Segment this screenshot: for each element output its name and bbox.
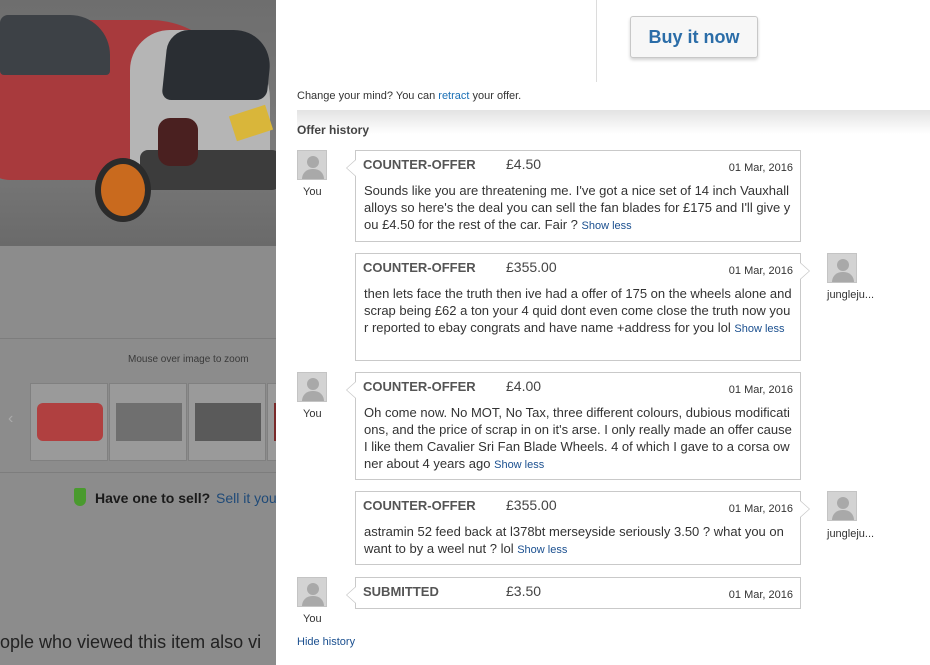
offer-author: jungleju... (827, 528, 875, 540)
offer-amount: £4.50 (506, 156, 542, 172)
offer-type: COUNTER-OFFER (363, 157, 476, 172)
offer-message: Sounds like you are threatening me. I've… (364, 182, 794, 235)
offer-amount: £3.50 (506, 583, 542, 599)
sell-it-link[interactable]: Sell it you (216, 490, 276, 506)
show-less-link[interactable]: Show less (517, 544, 567, 556)
offer-amount: £355.00 (506, 259, 557, 275)
zoom-hint: Mouse over image to zoom (128, 354, 249, 365)
hide-history-link[interactable]: Hide history (297, 636, 355, 648)
listing-background: Mouse over image to zoom ‹ Have one to s… (0, 0, 276, 665)
offer-date: 01 Mar, 2016 (728, 503, 793, 515)
thumbnail[interactable] (109, 383, 187, 461)
offer-bubble: COUNTER-OFFER £355.00 01 Mar, 2016 then … (355, 253, 810, 361)
retract-notice: Change your mind? You can retract your o… (297, 90, 521, 102)
offer-author: jungleju... (827, 289, 875, 301)
offer-message: astramin 52 feed back at l378bt merseysi… (364, 523, 794, 559)
thumbnail[interactable] (188, 383, 266, 461)
user-avatar-icon (297, 372, 327, 402)
offer-author: You (303, 186, 322, 198)
offer-type: COUNTER-OFFER (363, 379, 476, 394)
offer-date: 01 Mar, 2016 (728, 162, 793, 174)
offer-panel: Buy it now Change your mind? You can ret… (276, 0, 930, 665)
retract-prefix: Change your mind? You can (297, 90, 439, 102)
also-viewed-heading: ople who viewed this item also vi (0, 632, 262, 652)
divider (596, 0, 597, 82)
show-less-link[interactable]: Show less (494, 459, 544, 471)
car-side-window (0, 15, 110, 75)
offer-bubble: COUNTER-OFFER £355.00 01 Mar, 2016 astra… (355, 491, 810, 565)
thumbnail-image (116, 403, 182, 441)
offer-history-title: Offer history (297, 123, 370, 137)
offer-type: COUNTER-OFFER (363, 498, 476, 513)
offer-message-text: Sounds like you are threatening me. I've… (364, 183, 791, 232)
thumbnail[interactable] (267, 383, 276, 461)
thumbnail-image (37, 403, 103, 441)
offer-type: COUNTER-OFFER (363, 260, 476, 275)
seller-avatar-icon (827, 491, 857, 521)
show-less-link[interactable]: Show less (734, 323, 784, 335)
thumbnail-image (195, 403, 261, 441)
offer-message: Oh come now. No MOT, No Tax, three diffe… (364, 404, 794, 474)
car-wheel (95, 158, 151, 222)
car-tail-light (158, 118, 198, 166)
main-item-photo[interactable] (0, 0, 276, 246)
offer-message-text: then lets face the truth then ive had a … (364, 286, 792, 335)
offer-author: You (303, 408, 322, 420)
offer-amount: £355.00 (506, 497, 557, 513)
show-less-link[interactable]: Show less (582, 220, 632, 232)
car-rear-window (161, 30, 274, 100)
thumbnail[interactable] (30, 383, 108, 461)
section-shade (297, 110, 930, 134)
offer-author: You (303, 613, 322, 625)
user-avatar-icon (297, 150, 327, 180)
retract-suffix: your offer. (469, 90, 522, 102)
user-avatar-icon (297, 577, 327, 607)
offer-bubble: COUNTER-OFFER £4.50 01 Mar, 2016 Sounds … (346, 150, 801, 242)
seller-avatar-icon (827, 253, 857, 283)
offer-message-text: Oh come now. No MOT, No Tax, three diffe… (364, 405, 792, 471)
offer-date: 01 Mar, 2016 (728, 265, 793, 277)
offer-message-text: astramin 52 feed back at l378bt merseysi… (364, 524, 784, 556)
offer-bubble: COUNTER-OFFER £4.00 01 Mar, 2016 Oh come… (346, 372, 801, 480)
chevron-left-icon[interactable]: ‹ (8, 410, 13, 428)
offer-date: 01 Mar, 2016 (728, 384, 793, 396)
sell-prompt: Have one to sell? (95, 490, 211, 506)
tag-icon (74, 488, 86, 506)
buy-it-now-button[interactable]: Buy it now (630, 16, 758, 58)
offer-message: then lets face the truth then ive had a … (364, 285, 794, 338)
offer-bubble: SUBMITTED £3.50 01 Mar, 2016 (346, 577, 801, 609)
retract-link[interactable]: retract (438, 90, 469, 102)
offer-type: SUBMITTED (363, 584, 439, 599)
offer-amount: £4.00 (506, 378, 542, 394)
offer-date: 01 Mar, 2016 (728, 589, 793, 601)
